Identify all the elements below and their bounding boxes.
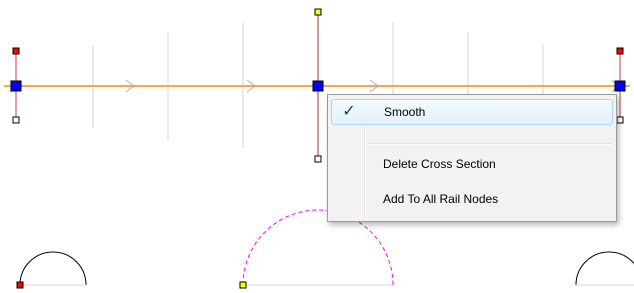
menu-item-add-to-all-rail-nodes[interactable]: Add To All Rail Nodes: [331, 187, 613, 213]
node-handle-top: [616, 47, 624, 55]
rail-node-marker: [312, 80, 324, 92]
cross-section-handle: [16, 281, 24, 289]
rail-node-left[interactable]: [10, 47, 22, 124]
menu-item-label: Smooth: [384, 105, 426, 119]
node-handle-top: [12, 47, 20, 55]
node-handle-top: [314, 8, 322, 16]
menu-item-smooth[interactable]: ✓ Smooth: [331, 99, 613, 125]
menu-item-label: Add To All Rail Nodes: [383, 192, 499, 206]
menu-separator: [368, 143, 612, 145]
cross-section-left[interactable]: [16, 251, 87, 289]
node-handle-bottom: [616, 116, 624, 124]
checkmark-icon: ✓: [342, 103, 356, 120]
menu-item-label: Delete Cross Section: [383, 157, 496, 171]
node-handle-bottom: [314, 155, 322, 163]
cross-section-handle: [239, 281, 247, 289]
context-menu: ✓ Smooth Delete Cross Section Add To All…: [327, 94, 617, 222]
menu-item-delete-cross-section[interactable]: Delete Cross Section: [331, 152, 613, 178]
node-handle-bottom: [12, 116, 20, 124]
rail-node-marker: [10, 80, 22, 92]
rail-node-marker: [614, 80, 626, 92]
cross-section-right[interactable]: [575, 251, 634, 286]
rail-node-middle[interactable]: [312, 8, 324, 163]
